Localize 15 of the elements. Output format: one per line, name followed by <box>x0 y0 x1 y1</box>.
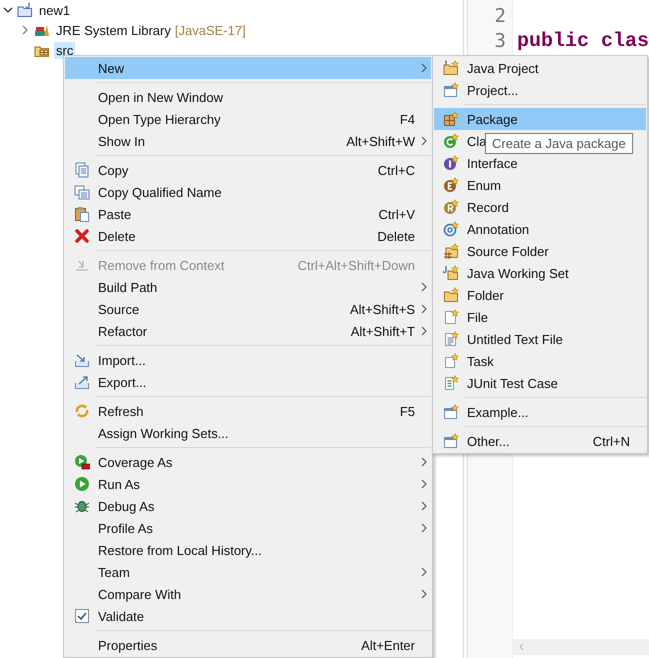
shortcut-text: Alt+Enter <box>361 638 415 652</box>
shortcut-text: Ctrl+Alt+Shift+Down <box>298 258 415 272</box>
shortcut-text: Alt+Shift+W <box>346 134 415 148</box>
code-line: public clas <box>516 30 649 53</box>
shortcut-text: F5 <box>400 404 415 418</box>
tooltip: Create a Java package <box>485 133 633 154</box>
shortcut-text: Ctrl+N <box>592 434 630 448</box>
shortcut-text: Delete <box>377 228 415 244</box>
shortcut-text: Alt+Shift+T <box>350 324 415 338</box>
line-number: 2 <box>494 5 506 27</box>
shortcut-text: F4 <box>400 112 415 126</box>
line-number: 3 <box>494 30 506 52</box>
shortcut-text: Ctrl+V <box>378 206 415 222</box>
shortcut-text: Alt+Shift+S <box>350 302 415 316</box>
shortcut-text: Ctrl+C <box>378 162 415 178</box>
